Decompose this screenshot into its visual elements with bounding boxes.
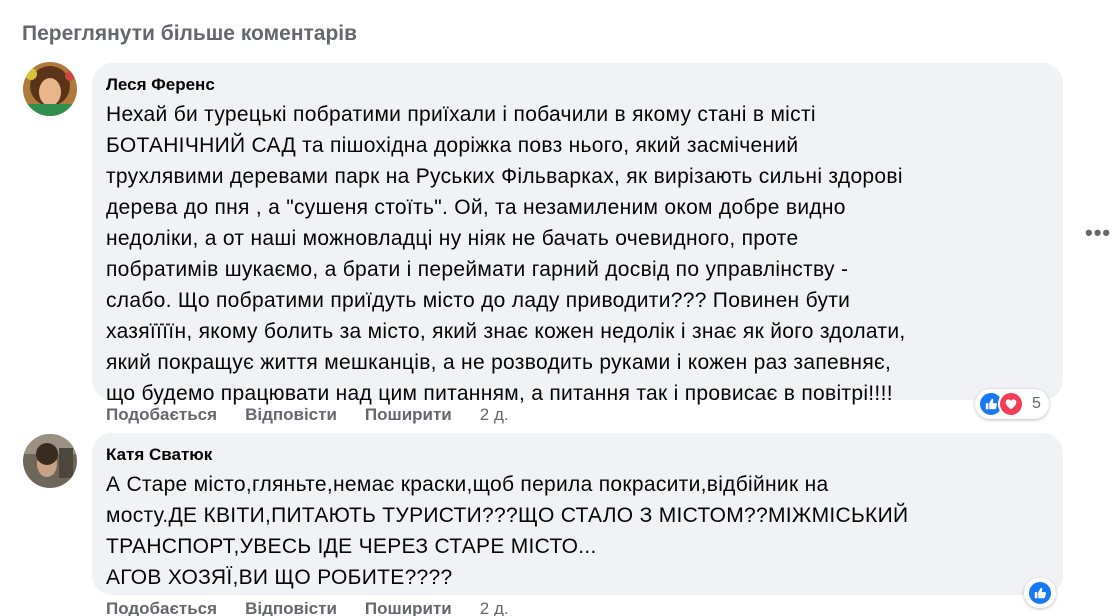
- comment-timestamp[interactable]: 2 д.: [480, 405, 509, 425]
- comment-bubble: Леся Ференс Нехай би турецькі побратими …: [92, 63, 1063, 405]
- avatar[interactable]: [23, 62, 77, 116]
- like-icon: [1027, 580, 1053, 606]
- profile-photo-icon: [23, 434, 77, 488]
- comment-author[interactable]: Катя Сватюк: [106, 445, 1049, 465]
- view-more-comments-link[interactable]: Переглянути більше коментарів: [22, 22, 357, 46]
- comments-section: Переглянути більше коментарів Леся Ферен…: [0, 0, 1112, 616]
- profile-photo-icon: [23, 62, 77, 116]
- reaction-count: 5: [1032, 395, 1041, 412]
- comment-text: А Старе місто,гляньте,немає краски,щоб п…: [106, 473, 909, 589]
- comment-text: Нехай би турецькі побратими приїхали і п…: [106, 103, 906, 405]
- reactions-summary[interactable]: 5: [975, 389, 1049, 419]
- more-options-icon[interactable]: •••: [1085, 220, 1111, 246]
- love-icon: [998, 391, 1024, 417]
- comment-actions: Подобається Відповісти Поширити 2 д.: [106, 599, 509, 616]
- reactions-summary[interactable]: [1024, 578, 1056, 608]
- comment-author[interactable]: Леся Ференс: [106, 75, 1049, 95]
- comment-timestamp[interactable]: 2 д.: [480, 599, 509, 616]
- avatar[interactable]: [23, 434, 77, 488]
- comment-actions: Подобається Відповісти Поширити 2 д.: [106, 405, 509, 425]
- share-button[interactable]: Поширити: [365, 599, 452, 616]
- comment-bubble: Катя Сватюк А Старе місто,гляньте,немає …: [92, 433, 1063, 595]
- like-button[interactable]: Подобається: [106, 599, 217, 616]
- reply-button[interactable]: Відповісти: [245, 405, 337, 425]
- share-button[interactable]: Поширити: [365, 405, 452, 425]
- like-button[interactable]: Подобається: [106, 405, 217, 425]
- reply-button[interactable]: Відповісти: [245, 599, 337, 616]
